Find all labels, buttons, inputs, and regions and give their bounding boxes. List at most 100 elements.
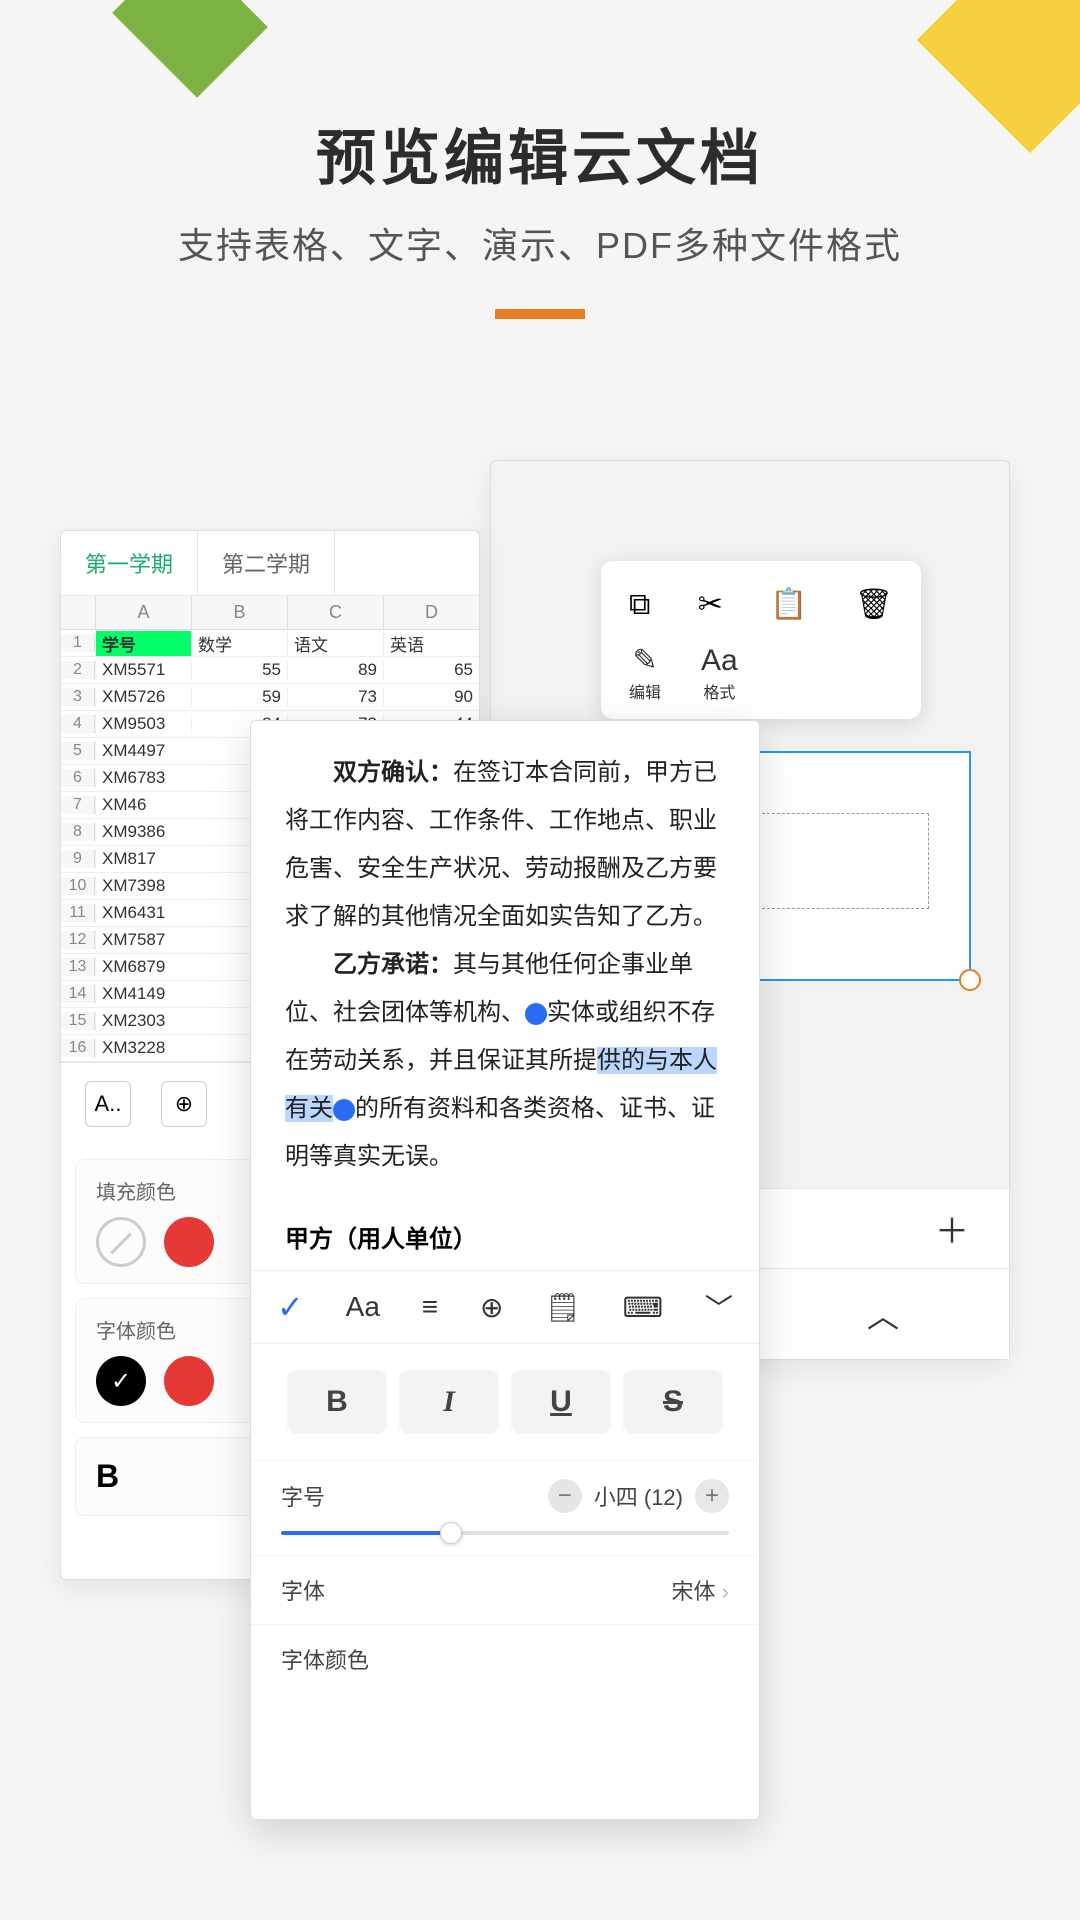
header-cell[interactable]: 英语 xyxy=(383,631,479,656)
font-panel-button[interactable]: Aa xyxy=(346,1291,380,1323)
chevron-down-icon[interactable]: ﹀ xyxy=(705,1287,733,1327)
col-C[interactable]: C xyxy=(287,596,383,629)
row-number[interactable]: 13 xyxy=(61,958,95,976)
document-body[interactable]: 双方确认：在签订本合同前，甲方已将工作内容、工作条件、工作地点、职业危害、安全生… xyxy=(251,721,759,1209)
swatch-red[interactable] xyxy=(164,1217,214,1267)
row-number[interactable]: 4 xyxy=(61,715,95,733)
row-number[interactable]: 15 xyxy=(61,1012,95,1030)
font-size-value: 小四 (12) xyxy=(594,1480,683,1512)
cell[interactable]: 90 xyxy=(383,687,479,707)
row-number[interactable]: 9 xyxy=(61,850,95,868)
resize-handle[interactable] xyxy=(959,969,981,991)
sheet-tab-2[interactable]: 第二学期 xyxy=(198,531,335,595)
add-button[interactable]: ⊕ xyxy=(161,1081,207,1127)
font-color-row[interactable]: 字体颜色 xyxy=(251,1624,759,1693)
note-icon[interactable]: 🗒 xyxy=(545,1291,581,1324)
chevron-up-icon[interactable]: ︿ xyxy=(867,1291,899,1337)
strike-button[interactable]: S xyxy=(623,1370,723,1434)
header-row: 1 学号 数学 语文 英语 xyxy=(61,630,479,657)
cell[interactable]: XM3228 xyxy=(95,1038,191,1058)
font-size-label: 字号 xyxy=(281,1480,325,1512)
cell[interactable]: XM5726 xyxy=(95,687,191,707)
decrease-size-button[interactable]: − xyxy=(548,1479,582,1513)
row-number[interactable]: 14 xyxy=(61,985,95,1003)
doc-font-color-label: 字体颜色 xyxy=(281,1643,369,1675)
cell[interactable]: 55 xyxy=(191,660,287,680)
sheet-tabs: 第一学期 第二学期 xyxy=(61,531,479,596)
align-icon[interactable]: ≡ xyxy=(422,1291,438,1323)
font-family-row[interactable]: 字体 宋体 › xyxy=(251,1555,759,1624)
copy-icon[interactable]: ⧉ xyxy=(629,587,650,623)
confirm-icon[interactable]: ✓ xyxy=(277,1288,304,1326)
cell[interactable]: XM2303 xyxy=(95,1011,191,1031)
italic-button[interactable]: I xyxy=(399,1370,499,1434)
add-slide-icon[interactable]: ＋ xyxy=(935,1204,969,1253)
row-number[interactable]: 7 xyxy=(61,796,95,814)
font-format-button[interactable]: A.. xyxy=(85,1081,131,1127)
row-number[interactable]: 12 xyxy=(61,931,95,949)
selection-handle-start[interactable] xyxy=(525,1003,547,1025)
hero-title: 预览编辑云文档 xyxy=(0,110,1080,197)
context-edit-label: 编辑 xyxy=(629,685,661,702)
cell[interactable]: XM6879 xyxy=(95,957,191,977)
keyboard-icon[interactable]: ⌨ xyxy=(623,1291,663,1324)
cell[interactable]: XM4497 xyxy=(95,741,191,761)
swatch-black-selected[interactable]: ✓ xyxy=(96,1356,146,1406)
cell[interactable]: 73 xyxy=(287,687,383,707)
table-row: 2XM5571558965 xyxy=(61,657,479,684)
cell[interactable]: XM9386 xyxy=(95,822,191,842)
select-all-corner[interactable] xyxy=(61,596,95,629)
cell[interactable]: 59 xyxy=(191,687,287,707)
cell[interactable]: XM4149 xyxy=(95,984,191,1004)
col-A[interactable]: A xyxy=(95,596,191,629)
col-B[interactable]: B xyxy=(191,596,287,629)
font-family-label: 字体 xyxy=(281,1574,325,1606)
swatch-none[interactable] xyxy=(96,1217,146,1267)
delete-icon[interactable]: 🗑 xyxy=(855,587,893,623)
slider-fill xyxy=(281,1531,451,1535)
row-number[interactable]: 6 xyxy=(61,769,95,787)
row-number[interactable]: 10 xyxy=(61,877,95,895)
row-number[interactable]: 2 xyxy=(61,661,95,679)
p2-strong: 乙方承诺： xyxy=(333,951,453,978)
row-number[interactable]: 5 xyxy=(61,742,95,760)
slider-knob[interactable] xyxy=(440,1522,462,1544)
cell[interactable]: 89 xyxy=(287,660,383,680)
increase-size-button[interactable]: + xyxy=(695,1479,729,1513)
cell[interactable]: XM7587 xyxy=(95,930,191,950)
underline-button[interactable]: U xyxy=(511,1370,611,1434)
col-D[interactable]: D xyxy=(383,596,479,629)
doc-toolbar: ✓ Aa ≡ ⊕ 🗒 ⌨ ﹀ xyxy=(251,1270,759,1344)
row-number[interactable]: 3 xyxy=(61,688,95,706)
p2-d: 无误。 xyxy=(381,1143,453,1170)
cell[interactable]: XM9503 xyxy=(95,714,191,734)
row-number[interactable]: 11 xyxy=(61,904,95,922)
context-edit[interactable]: ✎ 编辑 xyxy=(629,643,661,703)
signature-line: 甲方（用人单位） xyxy=(251,1209,759,1270)
header-cell[interactable]: 数学 xyxy=(191,631,287,656)
cell[interactable]: XM6431 xyxy=(95,903,191,923)
document-panel: 双方确认：在签订本合同前，甲方已将工作内容、工作条件、工作地点、职业危害、安全生… xyxy=(250,720,760,1820)
cell[interactable]: XM7398 xyxy=(95,876,191,896)
cell[interactable]: XM6783 xyxy=(95,768,191,788)
insert-icon[interactable]: ⊕ xyxy=(480,1291,503,1324)
header-cell[interactable]: 语文 xyxy=(287,631,383,656)
cell[interactable]: XM5571 xyxy=(95,660,191,680)
row-number[interactable]: 8 xyxy=(61,823,95,841)
header-cell[interactable]: 学号 xyxy=(95,631,191,656)
cell[interactable]: XM817 xyxy=(95,849,191,869)
row-number[interactable]: 16 xyxy=(61,1039,95,1057)
cell[interactable]: XM46 xyxy=(95,795,191,815)
selection-handle-end[interactable] xyxy=(333,1099,355,1121)
context-format-label: 格式 xyxy=(703,685,735,702)
cell[interactable]: 65 xyxy=(383,660,479,680)
cut-icon[interactable]: ✂ xyxy=(698,587,723,623)
bold-button[interactable]: B xyxy=(287,1370,387,1434)
swatch-red[interactable] xyxy=(164,1356,214,1406)
font-size-slider[interactable] xyxy=(281,1531,729,1535)
paste-icon[interactable]: 📋 xyxy=(770,587,807,623)
sheet-tab-1[interactable]: 第一学期 xyxy=(61,531,198,595)
column-header-row: A B C D xyxy=(61,596,479,630)
context-format[interactable]: Aa 格式 xyxy=(701,643,738,703)
table-row: 3XM5726597390 xyxy=(61,684,479,711)
